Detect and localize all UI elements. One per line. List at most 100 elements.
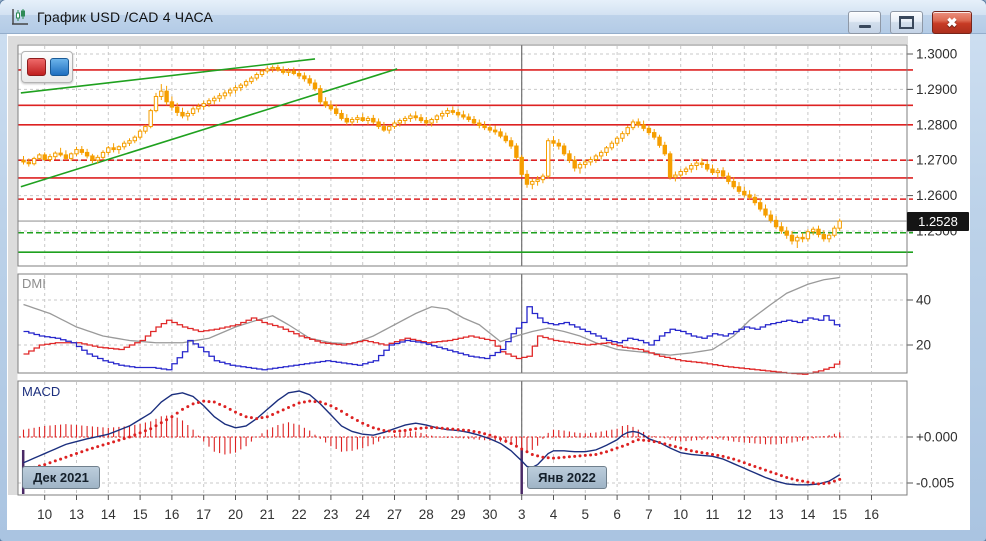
signal-dot — [514, 444, 518, 448]
time-tick-label: 22 — [292, 507, 307, 522]
signal-dot — [207, 400, 211, 404]
top-gutter — [8, 36, 908, 44]
time-tick-label: 23 — [323, 507, 338, 522]
candle-body — [599, 151, 604, 157]
signal-dot — [101, 443, 105, 447]
candle-body — [731, 180, 736, 188]
candlestick-chart-icon — [10, 8, 30, 26]
macd-tick-label: -0.005 — [916, 476, 954, 491]
candle-body — [726, 175, 731, 182]
time-tick-label: 27 — [387, 507, 402, 522]
signal-dot — [318, 400, 322, 404]
candle-body — [747, 194, 752, 198]
signal-dot — [202, 399, 206, 403]
time-tick-label: 4 — [550, 507, 558, 522]
signal-dot — [631, 440, 635, 444]
candle-body — [482, 124, 487, 129]
signal-dot — [806, 480, 810, 484]
buy-tool-button[interactable] — [50, 58, 69, 76]
candle-body — [148, 110, 153, 128]
signal-dot — [663, 442, 667, 446]
signal-dot — [112, 440, 116, 444]
candle-body — [678, 171, 683, 176]
candle-body — [175, 106, 180, 113]
candle-body — [556, 142, 561, 147]
candle-body — [201, 103, 206, 107]
candle-body — [212, 97, 217, 102]
candle-body — [493, 129, 498, 133]
signal-dot — [610, 448, 614, 452]
candle-body — [143, 126, 148, 132]
time-tick-label: 29 — [451, 507, 466, 522]
sell-tool-button[interactable] — [27, 58, 46, 76]
signal-dot — [403, 429, 407, 433]
signal-dot — [790, 477, 794, 481]
signal-dot — [605, 450, 608, 454]
candle-body — [26, 161, 32, 165]
time-tick-label: 16 — [864, 507, 879, 522]
signal-dot — [748, 463, 752, 467]
minimize-button[interactable] — [848, 11, 881, 34]
chart-window: 1.30001.29001.28001.27001.26001.25004020… — [0, 0, 986, 541]
chart-canvas[interactable]: 1.30001.29001.28001.27001.26001.25004020… — [0, 0, 986, 541]
candle-body — [270, 66, 275, 70]
candle-body — [190, 108, 196, 114]
signal-dot — [504, 439, 508, 443]
signal-dot — [467, 429, 471, 433]
candle-body — [705, 163, 710, 170]
time-tick-label: 30 — [482, 507, 497, 522]
signal-dot — [764, 468, 767, 472]
candle-body — [217, 95, 222, 99]
candle-body — [47, 156, 53, 160]
price-tick-label: 1.2800 — [916, 117, 957, 132]
signal-dot — [493, 435, 497, 439]
signal-dot — [811, 481, 815, 485]
candle-body — [461, 114, 466, 118]
candle-body — [535, 179, 540, 182]
dmi-tick-label: 20 — [916, 338, 931, 353]
title-bar[interactable]: График USD /CAD 4 ЧАСА ✖ — [0, 0, 986, 34]
candle-body — [424, 120, 429, 124]
candle-body — [334, 108, 339, 114]
candle-body — [720, 170, 726, 177]
signal-dot — [472, 429, 476, 433]
price-axis: 1.30001.29001.28001.27001.26001.25004020… — [907, 46, 958, 491]
candle-body — [249, 77, 254, 83]
signal-dot — [726, 456, 730, 460]
window-controls: ✖ — [848, 11, 972, 34]
time-tick-label: 15 — [133, 507, 148, 522]
signal-dot — [80, 450, 84, 454]
candle-body — [683, 168, 689, 173]
chart-toolbar — [21, 51, 73, 83]
time-tick-label: 16 — [164, 507, 179, 522]
time-tick-label: 14 — [800, 507, 816, 522]
signal-dot — [59, 457, 63, 461]
candle-body — [233, 87, 238, 91]
maximize-button[interactable] — [890, 11, 923, 34]
candle-body — [577, 163, 583, 169]
candle-body — [360, 117, 365, 122]
candle-body — [604, 147, 609, 153]
signal-dot — [345, 412, 349, 416]
signal-dot — [838, 477, 842, 481]
signal-dot — [287, 406, 290, 410]
signal-dot — [302, 400, 306, 404]
signal-dot — [75, 452, 78, 456]
signal-dot — [673, 445, 677, 449]
signal-dot — [244, 415, 248, 419]
signal-dot — [48, 461, 52, 465]
candle-body — [318, 88, 323, 103]
time-tick-label: 28 — [419, 507, 434, 522]
signal-dot — [196, 401, 200, 404]
signal-dot — [281, 408, 285, 412]
candle-body — [530, 180, 535, 185]
signal-dot — [223, 405, 227, 409]
candle-body — [106, 147, 111, 153]
candle-body — [477, 122, 482, 126]
candle-body — [429, 118, 434, 124]
signal-dot — [308, 399, 312, 403]
candle-body — [196, 105, 201, 110]
signal-dot — [218, 402, 222, 406]
candle-body — [752, 196, 758, 204]
close-button[interactable]: ✖ — [932, 11, 972, 34]
